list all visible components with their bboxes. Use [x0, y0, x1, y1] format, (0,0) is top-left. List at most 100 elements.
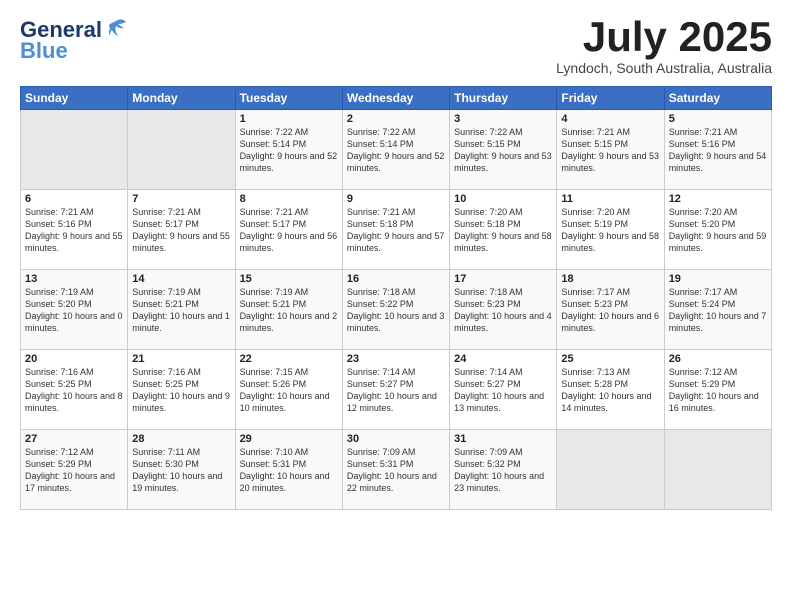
day-number: 22: [240, 353, 338, 365]
calendar-cell: 22Sunrise: 7:15 AMSunset: 5:26 PMDayligh…: [235, 350, 342, 430]
calendar-cell: [664, 430, 771, 510]
day-number: 1: [240, 113, 338, 125]
calendar-cell: 11Sunrise: 7:20 AMSunset: 5:19 PMDayligh…: [557, 190, 664, 270]
calendar-cell: 28Sunrise: 7:11 AMSunset: 5:30 PMDayligh…: [128, 430, 235, 510]
calendar-cell: 16Sunrise: 7:18 AMSunset: 5:22 PMDayligh…: [342, 270, 449, 350]
day-number: 12: [669, 193, 767, 205]
day-number: 10: [454, 193, 552, 205]
day-info: Sunrise: 7:10 AMSunset: 5:31 PMDaylight:…: [240, 446, 338, 495]
day-info: Sunrise: 7:11 AMSunset: 5:30 PMDaylight:…: [132, 446, 230, 495]
logo-blue: Blue: [20, 38, 68, 64]
day-info: Sunrise: 7:19 AMSunset: 5:21 PMDaylight:…: [240, 286, 338, 335]
calendar-cell: 17Sunrise: 7:18 AMSunset: 5:23 PMDayligh…: [450, 270, 557, 350]
calendar-cell: 7Sunrise: 7:21 AMSunset: 5:17 PMDaylight…: [128, 190, 235, 270]
day-info: Sunrise: 7:21 AMSunset: 5:15 PMDaylight:…: [561, 126, 659, 175]
calendar-cell: 18Sunrise: 7:17 AMSunset: 5:23 PMDayligh…: [557, 270, 664, 350]
day-info: Sunrise: 7:17 AMSunset: 5:23 PMDaylight:…: [561, 286, 659, 335]
day-number: 7: [132, 193, 230, 205]
day-info: Sunrise: 7:22 AMSunset: 5:14 PMDaylight:…: [347, 126, 445, 175]
day-info: Sunrise: 7:18 AMSunset: 5:23 PMDaylight:…: [454, 286, 552, 335]
day-number: 30: [347, 433, 445, 445]
weekday-monday: Monday: [128, 87, 235, 110]
week-row-5: 27Sunrise: 7:12 AMSunset: 5:29 PMDayligh…: [21, 430, 772, 510]
day-number: 26: [669, 353, 767, 365]
day-info: Sunrise: 7:20 AMSunset: 5:18 PMDaylight:…: [454, 206, 552, 255]
weekday-sunday: Sunday: [21, 87, 128, 110]
calendar-cell: 20Sunrise: 7:16 AMSunset: 5:25 PMDayligh…: [21, 350, 128, 430]
day-info: Sunrise: 7:16 AMSunset: 5:25 PMDaylight:…: [25, 366, 123, 415]
day-info: Sunrise: 7:14 AMSunset: 5:27 PMDaylight:…: [454, 366, 552, 415]
calendar-cell: 23Sunrise: 7:14 AMSunset: 5:27 PMDayligh…: [342, 350, 449, 430]
day-info: Sunrise: 7:20 AMSunset: 5:20 PMDaylight:…: [669, 206, 767, 255]
day-number: 29: [240, 433, 338, 445]
week-row-3: 13Sunrise: 7:19 AMSunset: 5:20 PMDayligh…: [21, 270, 772, 350]
week-row-1: 1Sunrise: 7:22 AMSunset: 5:14 PMDaylight…: [21, 110, 772, 190]
day-info: Sunrise: 7:20 AMSunset: 5:19 PMDaylight:…: [561, 206, 659, 255]
calendar-cell: 4Sunrise: 7:21 AMSunset: 5:15 PMDaylight…: [557, 110, 664, 190]
calendar-cell: [21, 110, 128, 190]
day-number: 6: [25, 193, 123, 205]
calendar-cell: 31Sunrise: 7:09 AMSunset: 5:32 PMDayligh…: [450, 430, 557, 510]
day-number: 8: [240, 193, 338, 205]
logo-bird-icon: [104, 16, 132, 44]
title-block: July 2025 Lyndoch, South Australia, Aust…: [556, 16, 772, 76]
day-info: Sunrise: 7:21 AMSunset: 5:18 PMDaylight:…: [347, 206, 445, 255]
day-info: Sunrise: 7:21 AMSunset: 5:16 PMDaylight:…: [669, 126, 767, 175]
weekday-friday: Friday: [557, 87, 664, 110]
calendar-table: SundayMondayTuesdayWednesdayThursdayFrid…: [20, 86, 772, 510]
day-number: 19: [669, 273, 767, 285]
calendar-cell: 12Sunrise: 7:20 AMSunset: 5:20 PMDayligh…: [664, 190, 771, 270]
day-info: Sunrise: 7:22 AMSunset: 5:14 PMDaylight:…: [240, 126, 338, 175]
day-number: 27: [25, 433, 123, 445]
day-info: Sunrise: 7:12 AMSunset: 5:29 PMDaylight:…: [25, 446, 123, 495]
day-info: Sunrise: 7:14 AMSunset: 5:27 PMDaylight:…: [347, 366, 445, 415]
calendar-cell: 15Sunrise: 7:19 AMSunset: 5:21 PMDayligh…: [235, 270, 342, 350]
day-info: Sunrise: 7:09 AMSunset: 5:31 PMDaylight:…: [347, 446, 445, 495]
calendar-cell: 5Sunrise: 7:21 AMSunset: 5:16 PMDaylight…: [664, 110, 771, 190]
calendar-cell: 8Sunrise: 7:21 AMSunset: 5:17 PMDaylight…: [235, 190, 342, 270]
calendar-cell: 10Sunrise: 7:20 AMSunset: 5:18 PMDayligh…: [450, 190, 557, 270]
weekday-saturday: Saturday: [664, 87, 771, 110]
header: General Blue July 2025 Lyndoch, South Au…: [20, 16, 772, 76]
day-number: 16: [347, 273, 445, 285]
day-info: Sunrise: 7:21 AMSunset: 5:17 PMDaylight:…: [132, 206, 230, 255]
day-info: Sunrise: 7:12 AMSunset: 5:29 PMDaylight:…: [669, 366, 767, 415]
day-info: Sunrise: 7:21 AMSunset: 5:16 PMDaylight:…: [25, 206, 123, 255]
calendar-cell: 30Sunrise: 7:09 AMSunset: 5:31 PMDayligh…: [342, 430, 449, 510]
day-number: 24: [454, 353, 552, 365]
weekday-tuesday: Tuesday: [235, 87, 342, 110]
day-info: Sunrise: 7:17 AMSunset: 5:24 PMDaylight:…: [669, 286, 767, 335]
calendar-cell: [557, 430, 664, 510]
calendar-cell: 29Sunrise: 7:10 AMSunset: 5:31 PMDayligh…: [235, 430, 342, 510]
calendar-cell: 19Sunrise: 7:17 AMSunset: 5:24 PMDayligh…: [664, 270, 771, 350]
day-info: Sunrise: 7:19 AMSunset: 5:20 PMDaylight:…: [25, 286, 123, 335]
weekday-thursday: Thursday: [450, 87, 557, 110]
day-info: Sunrise: 7:16 AMSunset: 5:25 PMDaylight:…: [132, 366, 230, 415]
day-number: 18: [561, 273, 659, 285]
day-number: 13: [25, 273, 123, 285]
calendar-cell: 27Sunrise: 7:12 AMSunset: 5:29 PMDayligh…: [21, 430, 128, 510]
day-info: Sunrise: 7:15 AMSunset: 5:26 PMDaylight:…: [240, 366, 338, 415]
calendar-cell: 26Sunrise: 7:12 AMSunset: 5:29 PMDayligh…: [664, 350, 771, 430]
calendar-cell: 21Sunrise: 7:16 AMSunset: 5:25 PMDayligh…: [128, 350, 235, 430]
calendar-cell: 25Sunrise: 7:13 AMSunset: 5:28 PMDayligh…: [557, 350, 664, 430]
calendar-cell: 13Sunrise: 7:19 AMSunset: 5:20 PMDayligh…: [21, 270, 128, 350]
day-info: Sunrise: 7:18 AMSunset: 5:22 PMDaylight:…: [347, 286, 445, 335]
day-info: Sunrise: 7:21 AMSunset: 5:17 PMDaylight:…: [240, 206, 338, 255]
week-row-4: 20Sunrise: 7:16 AMSunset: 5:25 PMDayligh…: [21, 350, 772, 430]
day-info: Sunrise: 7:09 AMSunset: 5:32 PMDaylight:…: [454, 446, 552, 495]
weekday-header-row: SundayMondayTuesdayWednesdayThursdayFrid…: [21, 87, 772, 110]
day-number: 17: [454, 273, 552, 285]
day-number: 2: [347, 113, 445, 125]
day-info: Sunrise: 7:22 AMSunset: 5:15 PMDaylight:…: [454, 126, 552, 175]
calendar-cell: 6Sunrise: 7:21 AMSunset: 5:16 PMDaylight…: [21, 190, 128, 270]
calendar-cell: 2Sunrise: 7:22 AMSunset: 5:14 PMDaylight…: [342, 110, 449, 190]
day-number: 15: [240, 273, 338, 285]
day-number: 28: [132, 433, 230, 445]
day-number: 23: [347, 353, 445, 365]
day-number: 20: [25, 353, 123, 365]
day-number: 5: [669, 113, 767, 125]
week-row-2: 6Sunrise: 7:21 AMSunset: 5:16 PMDaylight…: [21, 190, 772, 270]
day-number: 9: [347, 193, 445, 205]
calendar-cell: 3Sunrise: 7:22 AMSunset: 5:15 PMDaylight…: [450, 110, 557, 190]
